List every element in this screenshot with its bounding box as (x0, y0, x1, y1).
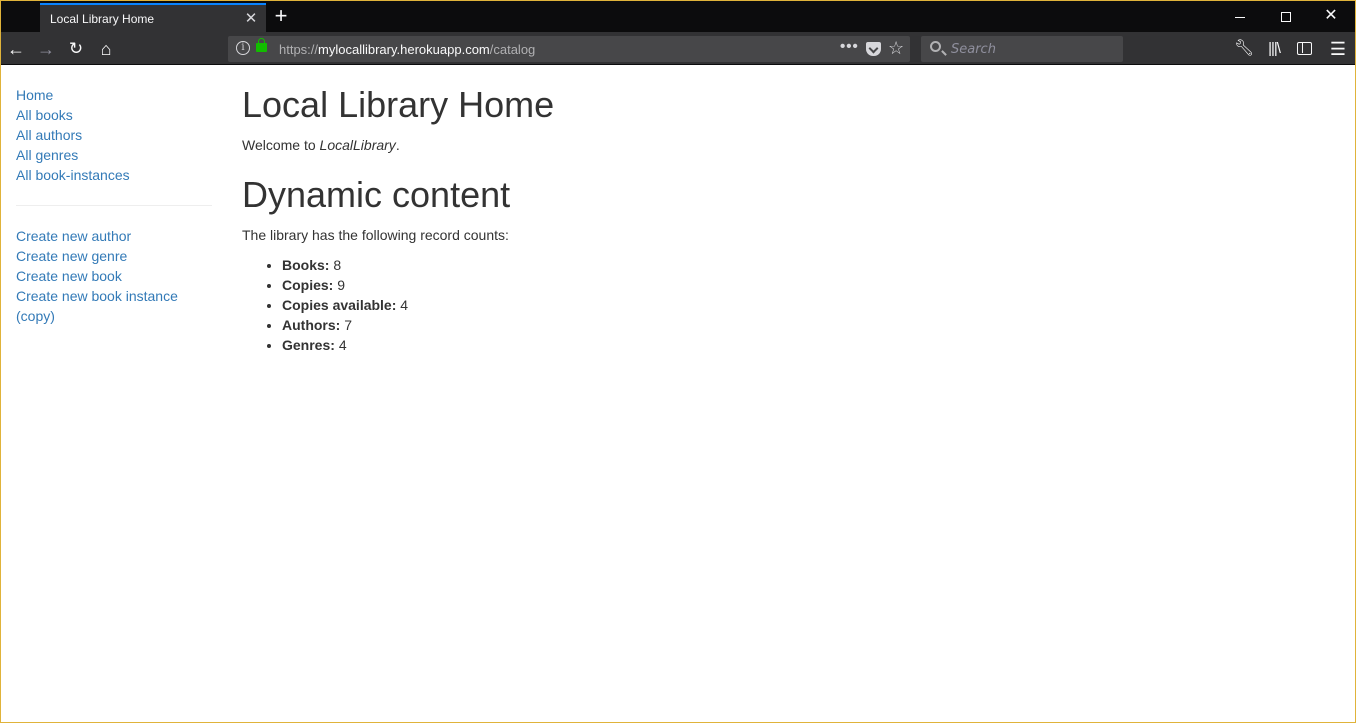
count-value: 7 (344, 317, 353, 333)
back-arrow-icon[interactable]: ← (4, 37, 28, 61)
search-input[interactable] (951, 40, 1111, 58)
pocket-icon[interactable] (866, 42, 881, 56)
reload-icon[interactable]: ↻ (64, 37, 88, 61)
home-icon[interactable]: ⌂ (94, 37, 118, 61)
welcome-prefix: Welcome to (242, 137, 320, 153)
url-scheme: https:// (279, 42, 319, 57)
sidebar-link-all-book-instances[interactable]: All book-instances (16, 165, 212, 185)
library-icon[interactable]: |||\ (1262, 37, 1286, 61)
search-bar[interactable] (921, 36, 1123, 62)
site-info-icon[interactable]: i (236, 41, 250, 55)
maximize-icon[interactable] (1275, 4, 1297, 28)
url-path: /catalog (489, 42, 536, 57)
count-value: 9 (337, 277, 346, 293)
count-copies-available: Copies available: 4 (282, 295, 1332, 315)
sidebar-link-all-books[interactable]: All books (16, 105, 212, 125)
sidebar-link-home[interactable]: Home (16, 85, 212, 105)
count-label: Authors: (282, 317, 341, 333)
lock-icon[interactable] (256, 38, 267, 52)
count-label: Copies: (282, 277, 334, 293)
count-value: 4 (338, 337, 347, 353)
count-label: Genres: (282, 337, 335, 353)
close-tab-icon[interactable]: ✕ (244, 11, 258, 26)
count-value: 8 (333, 257, 342, 273)
tab-strip: Local Library Home ✕ + ✕ (0, 0, 1356, 32)
page-title: Local Library Home (242, 84, 555, 125)
welcome-site-name: LocalLibrary (319, 137, 396, 153)
record-counts-list: Books: 8 Copies: 9 Copies available: 4 A… (242, 255, 1332, 355)
page-actions-icon[interactable]: ••• (840, 38, 859, 55)
forward-arrow-icon[interactable]: → (34, 37, 58, 61)
count-books: Books: 8 (282, 255, 1332, 275)
sidebar-link-create-author[interactable]: Create new author (16, 226, 212, 246)
bookmark-star-icon[interactable]: ☆ (888, 38, 904, 58)
wrench-icon[interactable]: 🔧︎ (1232, 37, 1256, 61)
minimize-icon[interactable] (1229, 4, 1251, 28)
sidebar-divider (16, 205, 212, 206)
record-counts-intro: The library has the following record cou… (242, 227, 509, 243)
new-tab-icon[interactable]: + (271, 5, 291, 27)
sidebar-toggle-icon[interactable] (1292, 37, 1316, 61)
url-bar[interactable]: i https://mylocallibrary.herokuapp.com/c… (228, 36, 910, 62)
count-authors: Authors: 7 (282, 315, 1332, 335)
count-copies: Copies: 9 (282, 275, 1332, 295)
search-icon (930, 41, 941, 52)
sidebar-link-create-book[interactable]: Create new book (16, 266, 212, 286)
tab-title: Local Library Home (50, 12, 155, 26)
page-sidebar: Home All books All authors All genres Al… (16, 85, 212, 326)
window-close-icon[interactable]: ✕ (1320, 4, 1342, 28)
sidebar-link-all-authors[interactable]: All authors (16, 125, 212, 145)
section-title: Dynamic content (242, 174, 511, 215)
sidebar-link-create-genre[interactable]: Create new genre (16, 246, 212, 266)
welcome-suffix: . (395, 137, 400, 153)
main-content: Local Library Home Welcome to LocalLibra… (242, 85, 1332, 355)
count-label: Books: (282, 257, 330, 273)
hamburger-menu-icon[interactable]: ☰ (1326, 37, 1350, 61)
count-label: Copies available: (282, 297, 397, 313)
tab-local-library-home[interactable]: Local Library Home ✕ (40, 3, 266, 32)
count-value: 4 (400, 297, 409, 313)
welcome-text: Welcome to LocalLibrary. (242, 135, 1332, 155)
count-genres: Genres: 4 (282, 335, 1332, 355)
url-host: mylocallibrary.herokuapp.com (318, 42, 490, 57)
sidebar-link-create-book-instance[interactable]: Create new book instance (copy) (16, 286, 212, 326)
sidebar-link-all-genres[interactable]: All genres (16, 145, 212, 165)
url-text[interactable]: https://mylocallibrary.herokuapp.com/cat… (279, 42, 535, 57)
navigation-toolbar: ← → ↻ ⌂ i https://mylocallibrary.herokua… (0, 32, 1356, 65)
